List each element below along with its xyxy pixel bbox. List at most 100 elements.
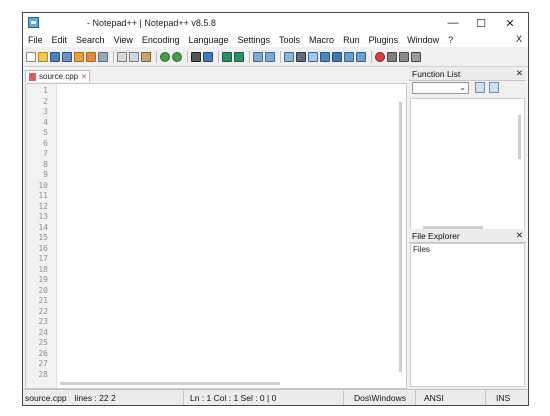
file-explorer-tree[interactable]: Files [410,243,525,387]
toolbar-separator [218,50,219,63]
file-explorer-close-icon[interactable]: ✕ [516,230,523,241]
menu-view[interactable]: View [109,35,137,45]
toolbar [23,47,528,67]
chevron-down-icon[interactable]: ⌄ [459,83,466,92]
line-number: 21 [38,296,48,305]
menu-window[interactable]: Window [402,35,443,45]
toolbar-separator [249,50,250,63]
document-tab-bar: source.cpp ✕ [23,69,407,83]
close-window-button[interactable]: ✕ [498,15,522,31]
line-number: 6 [43,138,48,148]
status-eol: Dos\Windows [343,390,415,405]
zoom-out-icon[interactable] [234,51,244,62]
line-number: 5 [43,128,48,137]
zoom-in-icon[interactable] [222,51,232,62]
tab-close-icon[interactable]: ✕ [81,73,87,81]
menu-edit[interactable]: Edit [47,35,72,45]
menu-settings[interactable]: Settings [233,35,275,45]
menu-search[interactable]: Search [71,35,109,45]
print-icon[interactable] [98,51,108,62]
find-icon[interactable] [191,51,201,62]
function-list-panel: Function List ✕ ⌄ [409,67,526,237]
line-number: 25 [38,338,48,347]
copy-icon[interactable] [129,51,139,62]
show-all-chars-icon[interactable] [296,51,306,62]
line-number: 15 [38,233,48,242]
record-macro-icon[interactable] [375,51,385,62]
notepadpp-window: - Notepad++ | Notepad++ v8.5.8 — ☐ ✕ Fil… [22,12,529,406]
stop-macro-icon[interactable] [387,51,397,62]
line-number: 9 [43,170,48,179]
open-file-icon[interactable] [38,51,48,62]
undo-icon[interactable] [160,51,170,62]
status-bar: source.cpp lines : 22 2 Ln : 1 Col : 1 S… [23,389,528,405]
save-all-icon[interactable] [62,51,72,62]
file-explorer-header: File Explorer ✕ [409,229,526,243]
status-file-name: source.cpp [25,392,67,403]
menubar-close-document-button[interactable]: X [516,34,522,44]
sort-icon[interactable] [475,82,485,93]
monitoring-icon[interactable] [356,51,366,62]
menu-help[interactable]: ? [443,35,457,45]
folder-workspace-icon[interactable] [344,51,354,62]
line-number: 23 [38,317,48,326]
play-macro-icon[interactable] [399,51,409,62]
new-file-icon[interactable] [26,51,36,62]
function-list-scrollbar[interactable] [518,115,521,159]
modified-file-icon [29,72,36,81]
indent-guide-icon[interactable] [308,51,318,62]
sync-horizontal-icon[interactable] [265,51,275,62]
function-list-close-icon[interactable]: ✕ [516,68,523,79]
minimize-button[interactable]: — [441,15,465,31]
menu-file[interactable]: File [23,35,47,45]
document-map-icon[interactable] [320,51,330,62]
toolbar-separator [371,50,372,63]
line-number: 3 [43,107,48,116]
menu-plugins[interactable]: Plugins [364,35,403,45]
close-icon[interactable] [74,51,84,62]
status-encoding: ANSI [415,390,485,405]
editor-area[interactable]: 1 2 3 4 5 6 7 8 9 10 11 12 13 14 15 16 1… [25,83,407,389]
status-lines: lines : 22 2 [74,392,116,403]
toolbar-separator [187,50,188,63]
line-number: 28 [38,369,48,379]
function-list-filter-combo[interactable]: ⌄ [412,82,469,94]
tab-label: source.cpp [39,72,79,81]
save-macro-icon[interactable] [411,51,421,62]
line-number: 22 [38,306,48,316]
status-file-info: source.cpp lines : 22 2 [23,390,183,405]
title-bar[interactable]: - Notepad++ | Notepad++ v8.5.8 — ☐ ✕ [23,13,528,33]
line-number: 11 [38,191,48,200]
line-number: 4 [43,117,48,127]
reload-icon[interactable] [489,82,499,93]
line-number: 2 [43,96,48,106]
function-list-icon[interactable] [332,51,342,62]
word-wrap-icon[interactable] [284,51,294,62]
maximize-button[interactable]: ☐ [469,15,493,31]
menu-macro[interactable]: Macro [304,35,338,45]
horizontal-scrollbar[interactable] [60,382,280,385]
toolbar-separator [113,50,114,63]
function-list-tree[interactable] [410,98,525,234]
paste-icon[interactable] [141,51,151,62]
menu-encoding[interactable]: Encoding [137,35,184,45]
menu-tools[interactable]: Tools [274,35,304,45]
redo-icon[interactable] [172,51,182,62]
cut-icon[interactable] [117,51,127,62]
replace-icon[interactable] [203,51,213,62]
close-all-icon[interactable] [86,51,96,62]
tab-source-cpp[interactable]: source.cpp ✕ [25,70,90,82]
toolbar-separator [156,50,157,63]
menu-language[interactable]: Language [183,35,232,45]
menu-run[interactable]: Run [338,35,364,45]
save-icon[interactable] [50,51,60,62]
line-number: 18 [38,264,48,274]
line-number-gutter: 1 2 3 4 5 6 7 8 9 10 11 12 13 14 15 16 1… [26,84,57,388]
vertical-scrollbar[interactable] [399,102,402,372]
file-explorer-root-item[interactable]: Files [413,245,430,254]
line-number: 10 [38,180,48,190]
function-list-title: Function List [412,69,461,79]
line-number: 19 [38,275,48,284]
line-number: 12 [38,201,48,211]
sync-vertical-icon[interactable] [253,51,263,62]
